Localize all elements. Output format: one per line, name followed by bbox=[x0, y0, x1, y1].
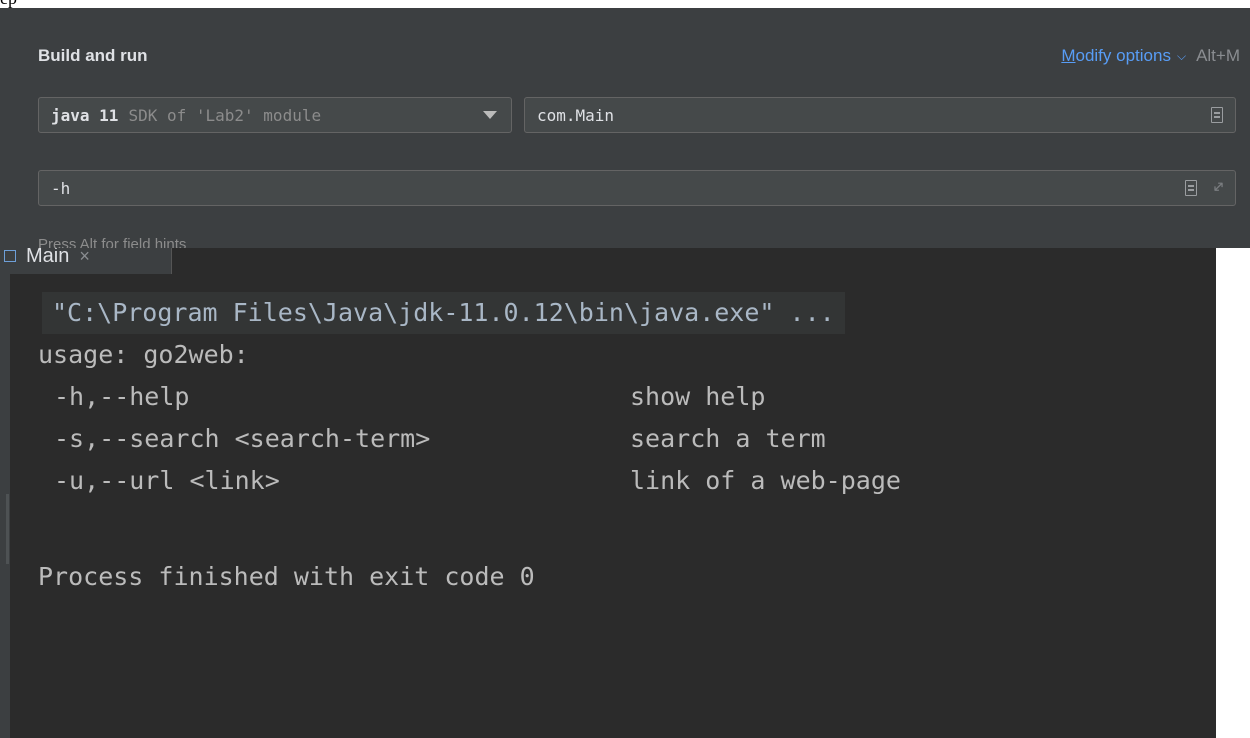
rail-indicator bbox=[6, 494, 9, 564]
sdk-description: SDK of 'Lab2' module bbox=[128, 105, 322, 125]
main-class-value: com.Main bbox=[537, 105, 615, 125]
chevron-down-icon[interactable]: ⌵ bbox=[1177, 49, 1186, 64]
run-tool-window: Main × "C:\Program Files\Java\jdk-11.0.1… bbox=[0, 248, 1216, 738]
dropdown-arrow-icon[interactable] bbox=[483, 111, 497, 119]
close-icon[interactable]: × bbox=[79, 248, 90, 267]
option-flag: -s,--search <search-term> bbox=[54, 424, 431, 453]
modify-options-mnemonic: M bbox=[1061, 46, 1076, 65]
modify-options-link[interactable]: Modify options bbox=[1061, 46, 1171, 66]
modify-options-label: odify options bbox=[1075, 46, 1171, 65]
modify-options-shortcut: Alt+M bbox=[1196, 46, 1240, 65]
console-option-line: -u,--url <link> link of a web-page bbox=[38, 460, 901, 502]
expand-icon[interactable]: ↕ bbox=[1208, 176, 1230, 198]
cropped-heading-text: ep bbox=[0, 0, 17, 8]
console-output[interactable]: "C:\Program Files\Java\jdk-11.0.12\bin\j… bbox=[38, 292, 901, 598]
tab-main[interactable]: Main × bbox=[0, 248, 172, 274]
console-option-line: -s,--search <search-term> search a term bbox=[38, 418, 901, 460]
run-config-panel: Build and run Modify options ⌵ Alt+M jav… bbox=[0, 8, 1250, 248]
tab-label: Main bbox=[26, 248, 70, 267]
insert-macro-icon[interactable] bbox=[1185, 180, 1197, 196]
console-exit-line: Process finished with exit code 0 bbox=[38, 562, 535, 591]
field-hints-text: Press Alt for field hints bbox=[38, 236, 187, 248]
console-command-line[interactable]: "C:\Program Files\Java\jdk-11.0.12\bin\j… bbox=[42, 292, 845, 334]
program-arguments-field[interactable]: -h ↕ bbox=[38, 170, 1236, 206]
sdk-name: java 11 bbox=[51, 105, 119, 125]
option-description: link of a web-page bbox=[630, 466, 901, 495]
browse-class-icon[interactable] bbox=[1211, 107, 1223, 123]
run-config-icon bbox=[4, 250, 16, 262]
top-strip: ep bbox=[0, 0, 1250, 8]
option-flag: -h,--help bbox=[54, 382, 190, 411]
console-usage-line: usage: go2web: bbox=[38, 340, 249, 369]
sdk-select[interactable]: java 11 SDK of 'Lab2' module bbox=[38, 97, 512, 133]
program-arguments-value: -h bbox=[51, 178, 71, 198]
section-title: Build and run bbox=[38, 46, 148, 65]
option-description: show help bbox=[630, 382, 766, 411]
left-tool-rail bbox=[0, 248, 10, 738]
option-flag: -u,--url <link> bbox=[54, 466, 280, 495]
option-description: search a term bbox=[630, 424, 826, 453]
modify-options[interactable]: Modify options ⌵ Alt+M bbox=[1061, 46, 1240, 66]
console-option-line: -h,--help show help bbox=[38, 376, 901, 418]
main-class-field[interactable]: com.Main bbox=[524, 97, 1236, 133]
